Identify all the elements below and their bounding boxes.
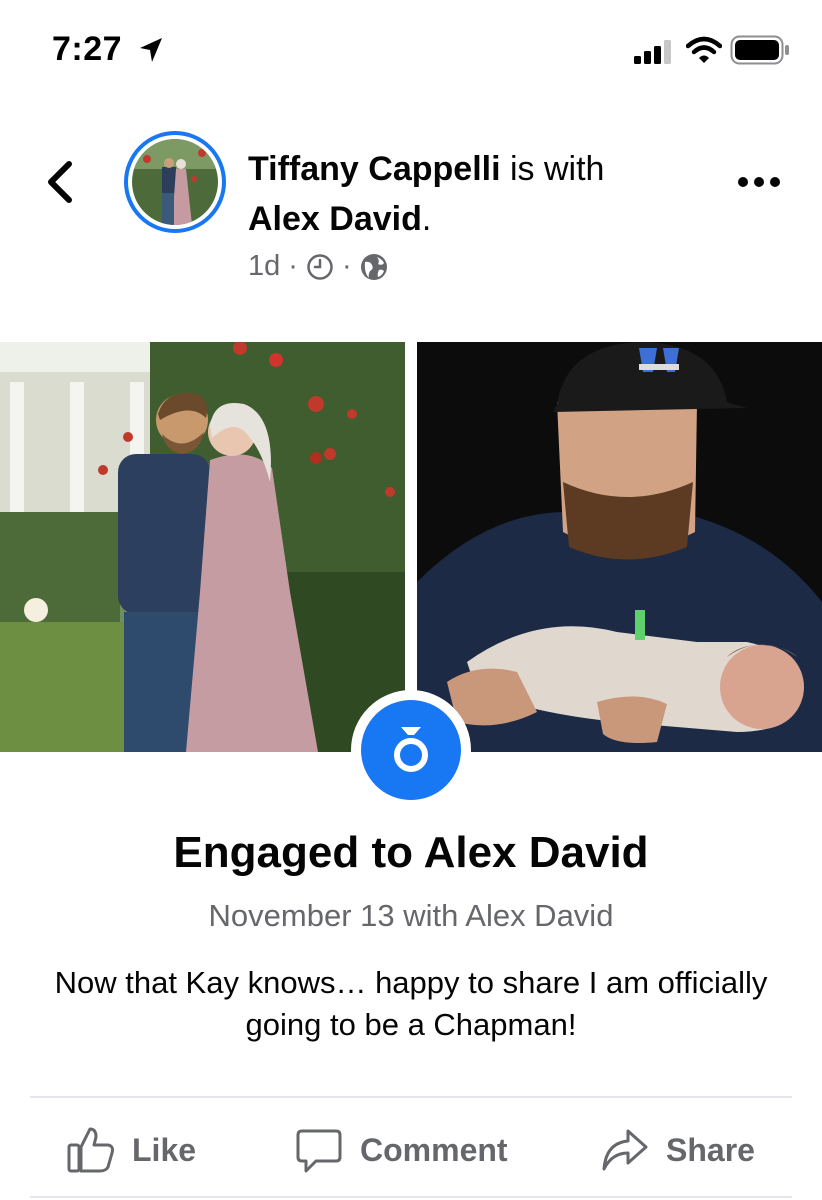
battery-icon [730, 35, 789, 65]
divider-bottom [30, 1196, 792, 1198]
like-label: Like [132, 1131, 197, 1168]
post-header-text: Tiffany Cappelli is with Alex David. [248, 144, 698, 244]
author-name-link[interactable]: Tiffany Cappelli [248, 150, 501, 188]
globe-icon [360, 253, 387, 280]
location-arrow-icon [140, 38, 162, 62]
divider [30, 1096, 792, 1098]
clock-icon [307, 253, 333, 280]
back-chevron-icon [48, 161, 72, 203]
engagement-photo[interactable] [0, 342, 405, 752]
life-event-title: Engaged to Alex David [173, 828, 649, 877]
father-baby-photo[interactable] [417, 342, 822, 752]
with-text: is with [500, 150, 605, 188]
meta-separator-2: · [341, 250, 352, 282]
more-dots-icon [738, 177, 748, 187]
wifi-icon [686, 36, 722, 63]
comment-icon [296, 1129, 342, 1173]
post-meta: 1d · · [248, 250, 388, 283]
engagement-ring-icon [394, 727, 428, 772]
share-arrow-icon [602, 1129, 648, 1171]
life-event-subtitle: November 13 with Alex David [208, 898, 614, 933]
status-bar: 7:27 [0, 0, 822, 100]
avatar-image [132, 139, 218, 225]
share-button[interactable]: Share [600, 1122, 755, 1178]
tagged-name-link[interactable]: Alex David [248, 200, 422, 238]
like-button[interactable]: Like [66, 1122, 196, 1178]
comment-button[interactable]: Comment [294, 1122, 508, 1178]
status-time: 7:27 [52, 30, 123, 68]
life-event-badge [351, 690, 471, 810]
post-caption: Now that Kay knows… happy to share I am … [54, 965, 768, 1042]
post-age[interactable]: 1d [248, 250, 280, 283]
tagged-suffix: . [421, 200, 432, 238]
back-button[interactable] [38, 160, 82, 204]
meta-separator: · [288, 250, 298, 282]
author-avatar[interactable] [124, 131, 226, 233]
thumbs-up-icon [67, 1127, 114, 1173]
share-label: Share [666, 1131, 755, 1168]
cellular-signal-icon [634, 40, 671, 64]
comment-label: Comment [360, 1131, 508, 1168]
more-options-button[interactable] [738, 172, 786, 192]
